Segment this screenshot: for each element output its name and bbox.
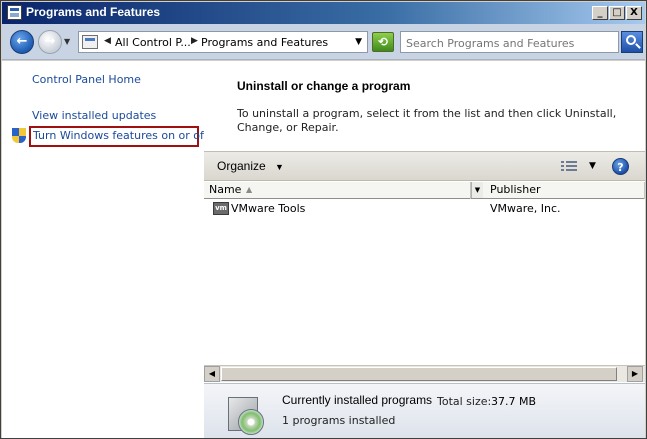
help-icon[interactable]: ?: [612, 158, 629, 175]
forward-arrow-icon: →: [44, 34, 56, 49]
views-icon[interactable]: [561, 161, 577, 173]
total-size-label: Total size:: [437, 395, 492, 408]
column-header-publisher-label: Publisher: [490, 183, 541, 196]
back-arrow-icon: ←: [16, 34, 28, 49]
refresh-button[interactable]: ⟲: [372, 32, 394, 52]
scrollbar-thumb[interactable]: [221, 367, 617, 381]
organize-label: Organize: [217, 159, 266, 173]
navigation-bar: ← → ▼ ◀ All Control P... ▶ Programs and …: [2, 24, 645, 60]
column-headers: Name ▲ ▼ Publisher: [204, 182, 645, 199]
breadcrumb-separator-icon[interactable]: ◀: [104, 36, 111, 46]
program-name: VMware Tools: [231, 202, 306, 215]
view-installed-updates-link[interactable]: View installed updates: [32, 109, 156, 122]
control-panel-icon: [82, 35, 98, 49]
scroll-left-icon[interactable]: ◀: [204, 366, 220, 382]
program-row[interactable]: vm VMware Tools VMware, Inc.: [204, 200, 645, 218]
page-description: To uninstall a program, select it from t…: [237, 107, 617, 134]
sort-ascending-icon: ▲: [246, 185, 253, 194]
program-publisher: VMware, Inc.: [490, 202, 561, 215]
column-header-name-label: Name: [209, 183, 242, 196]
uac-shield-icon: [12, 128, 26, 144]
search-input[interactable]: [406, 34, 616, 52]
programs-features-window: Programs and Features _ □ X ← → ▼ ◀ All …: [0, 0, 647, 439]
address-dropdown-icon[interactable]: ▼: [355, 37, 362, 47]
details-title: Currently installed programs: [282, 393, 433, 407]
control-panel-home-link[interactable]: Control Panel Home: [32, 73, 141, 86]
horizontal-scrollbar[interactable]: ◀ ▶: [204, 365, 645, 382]
vmware-icon: vm: [213, 202, 229, 215]
history-dropdown-icon[interactable]: ▼: [64, 37, 74, 47]
details-pane: Currently installed programs Total size:…: [204, 383, 645, 438]
main-pane: Uninstall or change a program To uninsta…: [204, 61, 645, 438]
forward-button[interactable]: →: [38, 30, 62, 54]
breadcrumb-all-control-panel[interactable]: All Control P...: [115, 36, 191, 49]
organize-button[interactable]: Organize ▼: [217, 159, 284, 173]
title-bar[interactable]: Programs and Features _ □ X: [2, 2, 645, 24]
minimize-button[interactable]: _: [592, 6, 608, 20]
column-header-name[interactable]: Name ▲: [204, 182, 471, 199]
search-box[interactable]: [400, 31, 619, 53]
command-bar: Organize ▼ ▼ ?: [204, 151, 645, 181]
back-button[interactable]: ←: [10, 30, 34, 54]
page-heading: Uninstall or change a program: [237, 79, 411, 93]
column-name-dropdown-icon[interactable]: ▼: [471, 182, 483, 198]
column-header-publisher[interactable]: Publisher: [485, 182, 645, 199]
views-dropdown-icon[interactable]: ▼: [589, 161, 596, 171]
maximize-button[interactable]: □: [609, 6, 625, 20]
task-pane: Control Panel Home View installed update…: [2, 61, 208, 438]
breadcrumb-chevron-icon[interactable]: ▶: [191, 36, 198, 46]
window-title: Programs and Features: [26, 5, 161, 19]
total-size-value: 37.7 MB: [491, 395, 537, 408]
installed-programs-icon: [224, 389, 268, 435]
control-panel-app-icon: [7, 5, 22, 20]
programs-count: 1 programs installed: [282, 414, 396, 427]
turn-windows-features-link[interactable]: Turn Windows features on or off: [33, 129, 208, 142]
close-button[interactable]: X: [626, 6, 642, 20]
organize-dropdown-icon: ▼: [275, 162, 284, 172]
scroll-right-icon[interactable]: ▶: [627, 366, 643, 382]
search-button[interactable]: [621, 31, 643, 53]
breadcrumb-programs-features[interactable]: Programs and Features: [201, 36, 328, 49]
address-bar[interactable]: ◀ All Control P... ▶ Programs and Featur…: [78, 31, 368, 53]
